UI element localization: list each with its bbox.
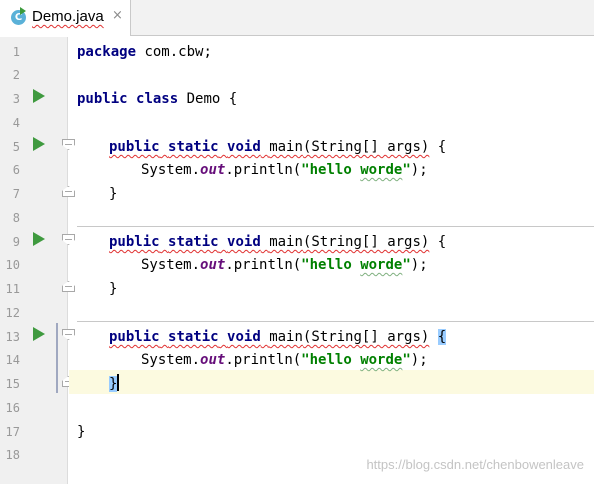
code-line-15[interactable]: } [109,374,120,394]
line-number: 3 [12,92,20,106]
line-number: 12 [5,306,20,320]
editor-tab-bar: C Demo.java × [0,0,594,36]
code-line-11[interactable]: } [109,279,117,299]
line-number: 2 [12,68,20,82]
run-main-icon[interactable] [33,232,45,246]
run-main-icon[interactable] [33,137,45,151]
line-number: 1 [12,45,20,59]
java-class-icon: C [11,7,26,25]
code-line-6[interactable]: System.out.println("hello worde"); [141,160,428,180]
code-line-1[interactable]: package com.cbw; [77,42,212,62]
code-line-13[interactable]: public static void main(String[] args) { [109,327,447,347]
code-line-9[interactable]: public static void main(String[] args) { [109,232,446,252]
line-number: 16 [5,401,20,415]
tab-demo-java[interactable]: C Demo.java × [0,0,131,36]
method-separator [77,321,594,322]
code-line-10[interactable]: System.out.println("hello worde"); [141,255,428,275]
text-caret [117,374,120,391]
method-separator [77,226,594,227]
matched-brace: } [109,376,118,392]
line-number: 9 [12,235,20,249]
line-number: 4 [12,116,20,130]
line-number: 18 [5,448,20,462]
code-editor[interactable]: package com.cbw; public class Demo { pub… [69,37,594,484]
line-number: 11 [5,282,20,296]
code-line-14[interactable]: System.out.println("hello worde"); [141,350,428,370]
line-number: 8 [12,211,20,225]
run-main-icon[interactable] [33,327,45,341]
current-line-highlight [69,370,594,394]
line-number: 10 [5,258,20,272]
code-line-5[interactable]: public static void main(String[] args) { [109,137,446,157]
tab-label[interactable]: Demo.java [32,8,104,25]
run-class-icon[interactable] [33,89,45,103]
close-icon[interactable]: × [112,8,123,23]
line-number: 7 [12,187,20,201]
line-number: 14 [5,353,20,367]
code-line-3[interactable]: public class Demo { [77,89,237,109]
watermark: https://blog.csdn.net/chenbowenleave [366,457,584,472]
line-number: 15 [5,377,20,391]
line-number: 17 [5,425,20,439]
line-number: 6 [12,163,20,177]
vcs-change-marker[interactable] [56,323,58,393]
code-line-17[interactable]: } [77,422,85,442]
code-line-7[interactable]: } [109,184,117,204]
editor-gutter: 1 2 3 4 5 6 7 8 9 10 11 12 13 14 15 16 1… [0,37,68,484]
matched-brace: { [437,329,447,345]
line-number: 5 [12,140,20,154]
line-number: 13 [5,330,20,344]
